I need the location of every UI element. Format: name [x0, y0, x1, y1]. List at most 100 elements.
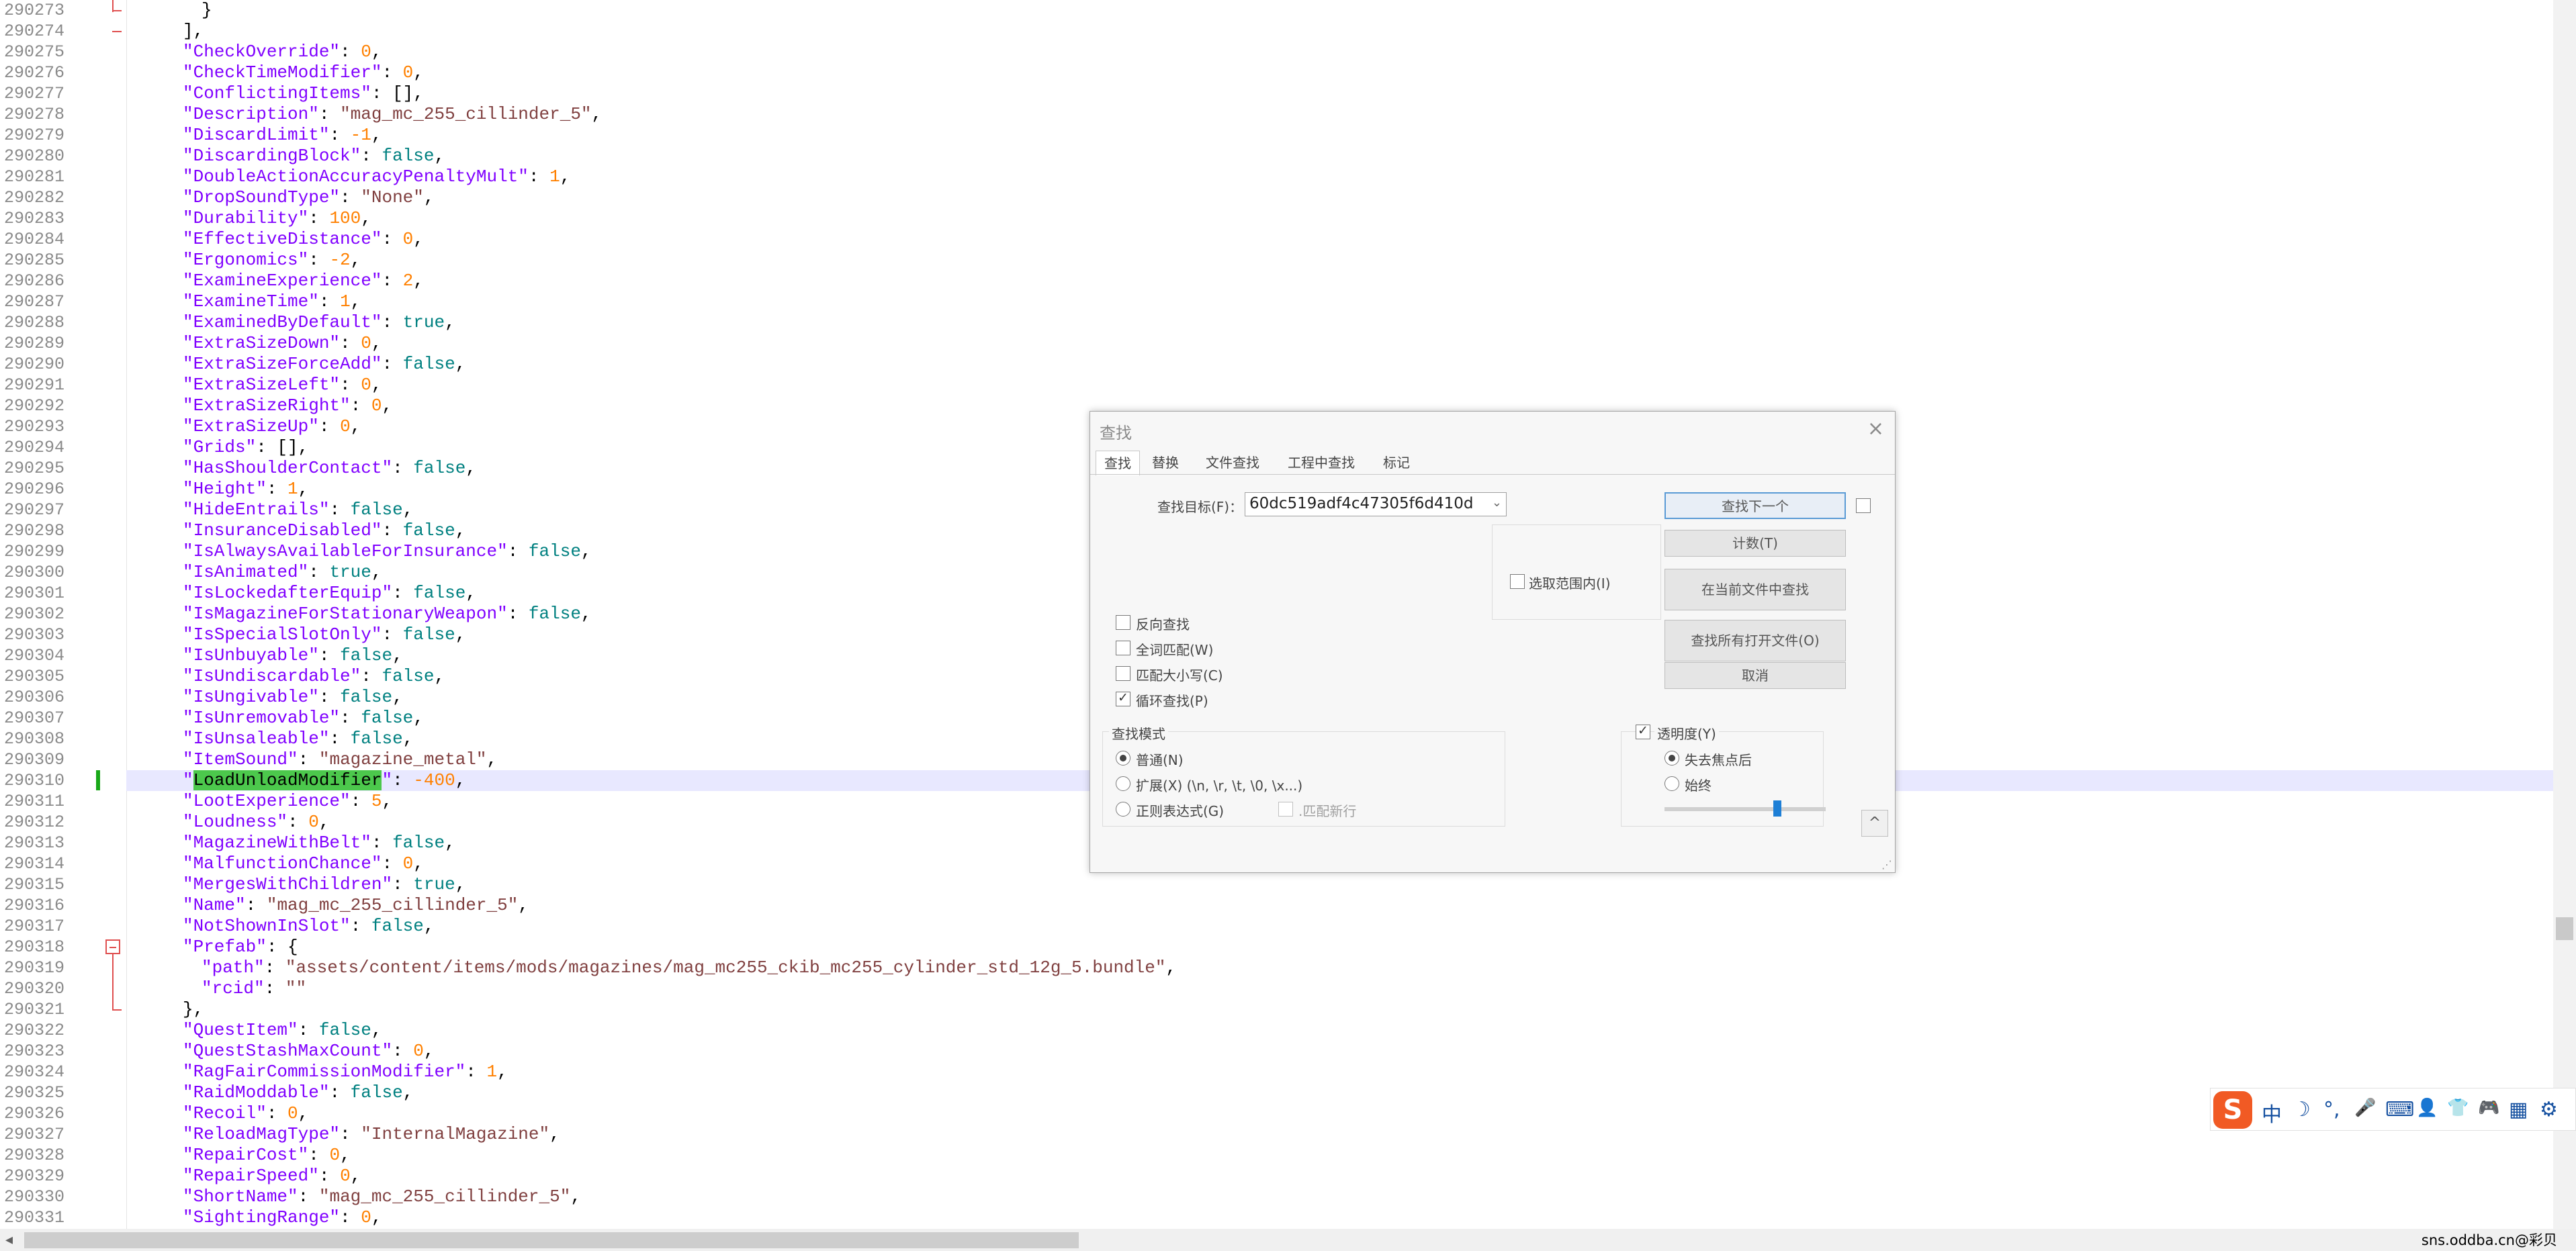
code-line[interactable]: "ReloadMagType": "InternalMagazine", [126, 1124, 2576, 1145]
scroll-left-arrow-icon[interactable]: ◂ [5, 1232, 13, 1248]
find-in-current-file-button[interactable]: 在当前文件中查找 [1664, 569, 1846, 610]
code-line[interactable]: "MergesWithChildren": true, [126, 874, 2576, 895]
code-line[interactable]: "QuestItem": false, [126, 1020, 2576, 1041]
code-token: "IsUnremovable" [183, 708, 341, 728]
code-line[interactable]: "ExtraSizeLeft": 0, [126, 375, 2576, 396]
code-token: : [266, 1103, 288, 1123]
mode-regex-radio[interactable] [1116, 802, 1130, 817]
ime-user-icon[interactable]: 👤 [2416, 1098, 2438, 1118]
line-number: 290288 [4, 313, 65, 332]
code-line[interactable]: "Ergonomics": -2, [126, 250, 2576, 271]
wrap-around-checkbox[interactable] [1116, 690, 1130, 706]
match-case-checkbox[interactable] [1116, 666, 1130, 681]
close-icon[interactable]: × [1867, 417, 1884, 441]
ime-chinese-mode-icon[interactable]: 中 [2262, 1098, 2282, 1127]
tab-replace[interactable]: 替换 [1144, 451, 1187, 475]
code-line[interactable]: } [126, 0, 2576, 21]
find-input[interactable]: 60dc519adf4c47305f6d410d ⌄ [1245, 492, 1507, 516]
code-line[interactable]: "RepairSpeed": 0, [126, 1166, 2576, 1187]
code-line[interactable]: "ExtraSizeForceAdd": false, [126, 354, 2576, 375]
code-token: false [402, 520, 455, 541]
vertical-scrollbar[interactable] [2553, 0, 2576, 1229]
transparency-slider[interactable] [1664, 807, 1826, 811]
code-line[interactable]: "Prefab": { [126, 937, 2576, 958]
ime-game-icon[interactable]: 🎮 [2478, 1098, 2499, 1118]
vertical-scrollbar-thumb[interactable] [2556, 917, 2573, 940]
code-line[interactable]: "EffectiveDistance": 0, [126, 229, 2576, 250]
code-line[interactable]: "ExamineExperience": 2, [126, 271, 2576, 291]
cancel-button[interactable]: 取消 [1664, 662, 1846, 689]
code-line[interactable]: "path": "assets/content/items/mods/magaz… [126, 958, 2576, 978]
dot-newline-checkbox[interactable] [1278, 802, 1293, 817]
code-line[interactable]: "ExamineTime": 1, [126, 291, 2576, 312]
code-line[interactable]: "NotShownInSlot": false, [126, 916, 2576, 937]
code-line[interactable]: "DropSoundType": "None", [126, 187, 2576, 208]
line-number: 290322 [4, 1021, 65, 1040]
code-token: , [434, 146, 445, 166]
transparency-slider-thumb[interactable] [1773, 800, 1781, 817]
code-line[interactable]: "RaidModdable": false, [126, 1082, 2576, 1103]
tab-mark[interactable]: 标记 [1375, 451, 1418, 475]
code-line[interactable]: "DoubleActionAccuracyPenaltyMult": 1, [126, 167, 2576, 187]
horizontal-scrollbar-thumb[interactable] [24, 1232, 1079, 1248]
ime-grid-icon[interactable]: ▦ [2509, 1098, 2528, 1121]
tab-find-in-files[interactable]: 文件查找 [1198, 451, 1268, 475]
code-line[interactable]: "Recoil": 0, [126, 1103, 2576, 1124]
fold-toggle-icon[interactable] [105, 939, 120, 954]
code-line[interactable]: "ExtraSizeDown": 0, [126, 333, 2576, 354]
line-number: 290299 [4, 542, 65, 561]
tab-find-in-project[interactable]: 工程中查找 [1280, 451, 1363, 475]
code-line[interactable]: }, [126, 999, 2576, 1020]
find-next-button[interactable]: 查找下一个 [1664, 492, 1846, 519]
ime-settings-icon[interactable]: ⚙ [2540, 1098, 2558, 1121]
horizontal-scrollbar[interactable]: ◂ [0, 1229, 2576, 1251]
code-line[interactable]: "DiscardLimit": -1, [126, 125, 2576, 146]
mode-normal-radio[interactable] [1116, 751, 1130, 766]
code-line[interactable]: "CheckOverride": 0, [126, 42, 2576, 62]
code-line[interactable]: "ExaminedByDefault": true, [126, 312, 2576, 333]
ime-keyboard-icon[interactable]: ⌨ [2385, 1098, 2414, 1121]
always-radio[interactable] [1664, 776, 1679, 791]
collapse-chevron-up-icon[interactable]: ^ [1861, 810, 1888, 837]
whole-word-checkbox[interactable] [1116, 641, 1130, 655]
code-token: "RaidModdable" [183, 1082, 330, 1103]
code-line[interactable]: "rcid": "" [126, 978, 2576, 999]
in-selection-checkbox[interactable] [1510, 574, 1525, 589]
count-button[interactable]: 计数(T) [1664, 530, 1846, 557]
code-line[interactable]: "SightingRange": 0, [126, 1207, 2576, 1228]
mode-extended-radio[interactable] [1116, 776, 1130, 791]
code-token: 0 [340, 1166, 351, 1186]
code-line[interactable]: "ConflictingItems": [], [126, 83, 2576, 104]
code-line[interactable]: "ShortName": "mag_mc_255_cillinder_5", [126, 1187, 2576, 1207]
transparency-checkbox[interactable] [1636, 723, 1650, 739]
ime-microphone-icon[interactable]: 🎤 [2354, 1098, 2376, 1118]
ime-skin-icon[interactable]: 👕 [2447, 1098, 2469, 1118]
code-line[interactable]: "Description": "mag_mc_255_cillinder_5", [126, 104, 2576, 125]
code-line[interactable]: "RepairCost": 0, [126, 1145, 2576, 1166]
fold-margin[interactable] [107, 0, 127, 1229]
dialog-title: 查找 [1100, 424, 1132, 443]
code-line[interactable]: "Name": "mag_mc_255_cillinder_5", [126, 895, 2576, 916]
change-history-marker [96, 770, 100, 790]
reverse-search-checkbox[interactable] [1116, 615, 1130, 630]
code-line[interactable]: "QuestStashMaxCount": 0, [126, 1041, 2576, 1062]
sogou-logo-icon[interactable]: S [2213, 1091, 2252, 1129]
code-line[interactable]: "CheckTimeModifier": 0, [126, 62, 2576, 83]
line-number: 290285 [4, 250, 65, 270]
line-number: 290306 [4, 688, 65, 707]
ime-punctuation-icon[interactable]: °, [2323, 1098, 2340, 1121]
ime-fullwidth-moon-icon[interactable]: ☽ [2293, 1098, 2311, 1121]
chevron-down-icon[interactable]: ⌄ [1492, 496, 1502, 510]
extra-option-checkbox[interactable] [1856, 498, 1871, 513]
code-line[interactable]: "DiscardingBlock": false, [126, 146, 2576, 167]
code-line[interactable]: "Durability": 100, [126, 208, 2576, 229]
search-match-highlight: LoadUnloadModifier [193, 770, 382, 790]
on-lose-focus-radio[interactable] [1664, 751, 1679, 766]
code-line[interactable]: ], [126, 21, 2576, 42]
find-in-all-open-files-button[interactable]: 查找所有打开文件(O) [1664, 620, 1846, 661]
code-token: : [329, 500, 351, 520]
tab-find[interactable]: 查找 [1096, 451, 1140, 475]
code-line[interactable]: "RagFairCommissionModifier": 1, [126, 1062, 2576, 1082]
resize-grip-icon[interactable]: ⋰ [1881, 858, 1892, 871]
code-token: : [], [371, 83, 424, 103]
